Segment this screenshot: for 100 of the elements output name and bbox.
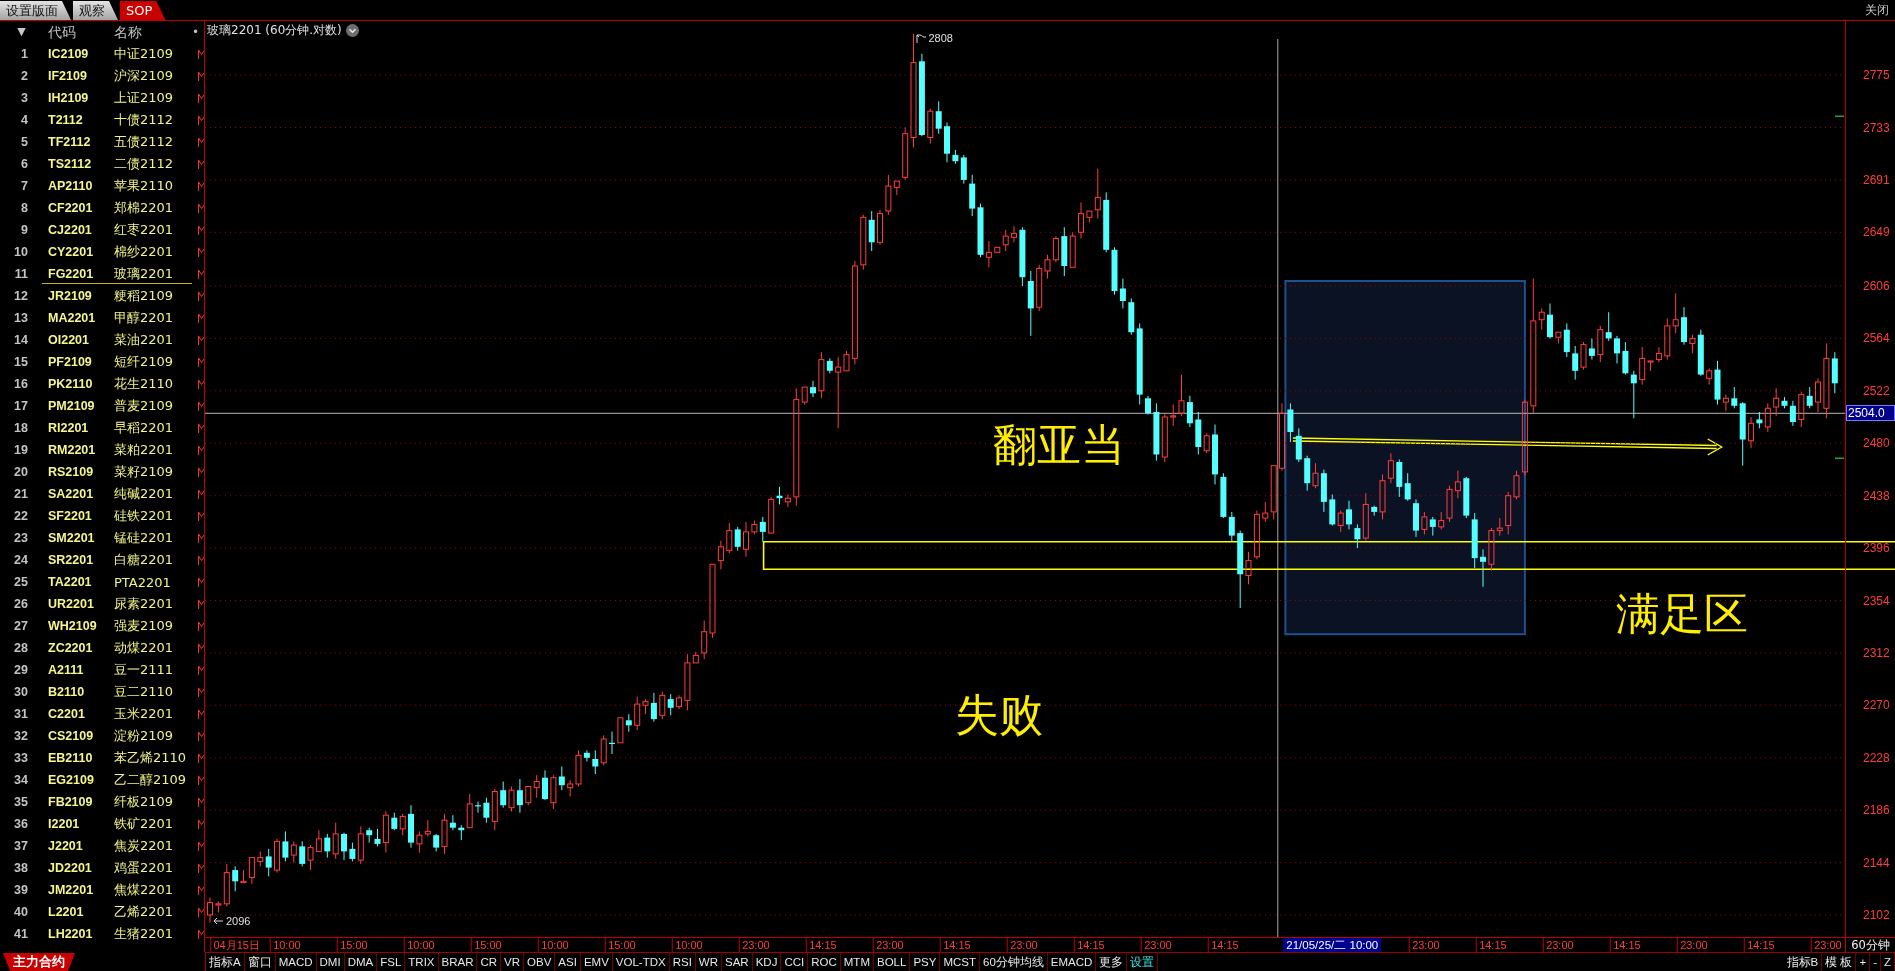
indicator-button[interactable]: MTM <box>840 953 874 971</box>
candlestick <box>910 33 917 148</box>
contract-row[interactable]: 22 SF2201 硅铁2201 <box>0 505 204 527</box>
chart-title: 玻璃2201 (60分钟.对数) <box>207 23 342 38</box>
contract-row[interactable]: 15 PF2109 短纤2109 <box>0 351 204 373</box>
layout-tab[interactable]: SOP <box>120 1 166 20</box>
time-axis-label: 14:15 <box>1610 938 1641 952</box>
contract-row[interactable]: 34 EG2109 乙二醇2109 <box>0 769 204 791</box>
contract-row[interactable]: 36 I2201 铁矿2201 <box>0 813 204 835</box>
candlestick <box>784 493 791 508</box>
contract-row[interactable]: 40 L2201 乙烯2201 <box>0 901 204 923</box>
contract-row[interactable]: 24 SR2201 白糖2201 <box>0 549 204 571</box>
contract-row[interactable]: 33 EB2110 苯乙烯2110 <box>0 747 204 769</box>
indicator-button[interactable]: 更多 <box>1096 953 1128 971</box>
contract-row[interactable]: 7 AP2110 苹果2110 <box>0 175 204 197</box>
indicator-button[interactable]: CCI <box>781 953 809 971</box>
column-header[interactable]: 代码 <box>48 24 114 40</box>
contract-row[interactable]: 30 B2110 豆二2110 <box>0 681 204 703</box>
contract-row[interactable]: 16 PK2110 花生2110 <box>0 373 204 395</box>
candlestick <box>1815 377 1821 413</box>
toolbar-button[interactable]: 模 板 <box>1822 953 1857 971</box>
candlestick <box>1287 402 1294 443</box>
contract-row[interactable]: 25 TA2201 PTA2201 <box>0 571 204 593</box>
indicator-button[interactable]: PSY <box>910 953 941 971</box>
indicator-button[interactable]: 60分钟均线 <box>980 953 1048 971</box>
indicator-button[interactable]: MCST <box>940 953 980 971</box>
contract-row[interactable]: 4 T2112 十债2112 <box>0 109 204 131</box>
contract-row[interactable]: 41 LH2201 生猪2201 <box>0 923 204 945</box>
contract-row[interactable]: 13 MA2201 甲醇2201 <box>0 307 204 329</box>
indicator-button[interactable]: TRIX <box>405 953 439 971</box>
contract-row[interactable]: 18 RI2201 早稻2201 <box>0 417 204 439</box>
settings-link[interactable]: 设置 <box>1127 953 1159 971</box>
indicator-button[interactable]: SAR <box>722 953 753 971</box>
sort-toggle[interactable]: ▼ <box>15 25 28 39</box>
candlestick <box>743 521 749 558</box>
cropped-letter-icon <box>198 203 204 213</box>
contract-row[interactable]: 28 ZC2201 动煤2201 <box>0 637 204 659</box>
contract-row[interactable]: 2 IF2109 沪深2109 <box>0 65 204 87</box>
indicator-button[interactable]: VR <box>501 953 525 971</box>
indicator-button[interactable]: BRAR <box>438 953 478 971</box>
toolbar-button[interactable]: Z <box>1880 953 1895 971</box>
indicator-button[interactable]: BOLL <box>873 953 911 971</box>
contract-row[interactable]: 32 CS2109 淀粉2109 <box>0 725 204 747</box>
contract-row[interactable]: 38 JD2201 鸡蛋2201 <box>0 857 204 879</box>
contract-row[interactable]: 26 UR2201 尿素2201 <box>0 593 204 615</box>
contract-row[interactable]: 9 CJ2201 红枣2201 <box>0 219 204 241</box>
indicator-button[interactable]: VOL-TDX <box>612 953 670 971</box>
contract-row[interactable]: 1 IC2109 中证2109 <box>0 43 204 65</box>
header-marker: • <box>192 25 201 39</box>
close-button[interactable]: 关闭 <box>1865 3 1889 17</box>
indicator-button[interactable]: KDJ <box>752 953 782 971</box>
indicator-button[interactable]: CR <box>477 953 502 971</box>
contract-row[interactable]: 23 SM2201 锰硅2201 <box>0 527 204 549</box>
contract-row[interactable]: 39 JM2201 焦煤2201 <box>0 879 204 901</box>
time-axis-label: 15:00 <box>471 938 502 952</box>
indicator-button[interactable]: ASI <box>555 953 581 971</box>
candlestick <box>592 749 599 775</box>
contract-row[interactable]: 17 PM2109 普麦2109 <box>0 395 204 417</box>
indicator-button[interactable]: EMACD <box>1047 953 1097 971</box>
dash-mark <box>1834 457 1845 459</box>
indicator-button[interactable]: EMV <box>580 953 613 971</box>
indicator-button[interactable]: DMA <box>344 953 378 971</box>
contract-row[interactable]: 20 RS2109 菜籽2109 <box>0 461 204 483</box>
contract-row[interactable]: 14 OI2201 菜油2201 <box>0 329 204 351</box>
dropdown-icon[interactable] <box>345 24 359 37</box>
indicator-button[interactable]: FSL <box>377 953 406 971</box>
toolbar-button[interactable]: + <box>1856 953 1871 971</box>
toolbar-button[interactable]: - <box>1870 953 1881 971</box>
main-contract-tab[interactable]: 主力合约 <box>3 953 75 971</box>
candlestick <box>282 830 289 862</box>
indicator-button[interactable]: WR <box>695 953 722 971</box>
contract-row[interactable]: 8 CF2201 郑棉2201 <box>0 197 204 219</box>
contract-row[interactable]: 27 WH2109 强麦2109 <box>0 615 204 637</box>
contract-row[interactable]: 37 J2201 焦炭2201 <box>0 835 204 857</box>
indicator-button[interactable]: 指标A <box>206 953 245 971</box>
contract-row[interactable]: 11 FG2201 玻璃2201 <box>0 263 204 285</box>
contract-row[interactable]: 29 A2111 豆一2111 <box>0 659 204 681</box>
contract-row[interactable]: 31 C2201 玉米2201 <box>0 703 204 725</box>
contract-row[interactable]: 10 CY2201 棉纱2201 <box>0 241 204 263</box>
indicator-button[interactable]: MACD <box>275 953 317 971</box>
layout-tab[interactable]: 观察 <box>73 1 118 20</box>
layout-tab[interactable]: 设置版面 <box>0 1 71 20</box>
contract-row[interactable]: 12 JR2109 粳稻2109 <box>0 285 204 307</box>
price-axis-label: 2480 <box>1863 436 1890 451</box>
indicator-button[interactable]: OBV <box>524 953 556 971</box>
candlestick <box>1279 402 1285 472</box>
contract-row[interactable]: 21 SA2201 纯碱2201 <box>0 483 204 505</box>
indicator-button[interactable]: RSI <box>669 953 696 971</box>
indicator-button[interactable]: ROC <box>808 953 841 971</box>
contract-row[interactable]: 35 FB2109 纤板2109 <box>0 791 204 813</box>
indicator-button[interactable]: 窗口 <box>244 953 276 971</box>
contract-row[interactable]: 6 TS2112 二债2112 <box>0 153 204 175</box>
column-header[interactable]: 名称 <box>114 24 192 40</box>
contract-row[interactable]: 19 RM2201 菜粕2201 <box>0 439 204 461</box>
contract-row[interactable]: 3 IH2109 上证2109 <box>0 87 204 109</box>
cropped-letter-icon <box>198 489 204 499</box>
toolbar-button[interactable]: 指标B <box>1783 953 1823 971</box>
indicator-button[interactable]: DMI <box>316 953 345 971</box>
candlestick <box>1655 346 1662 363</box>
contract-row[interactable]: 5 TF2112 五债2112 <box>0 131 204 153</box>
